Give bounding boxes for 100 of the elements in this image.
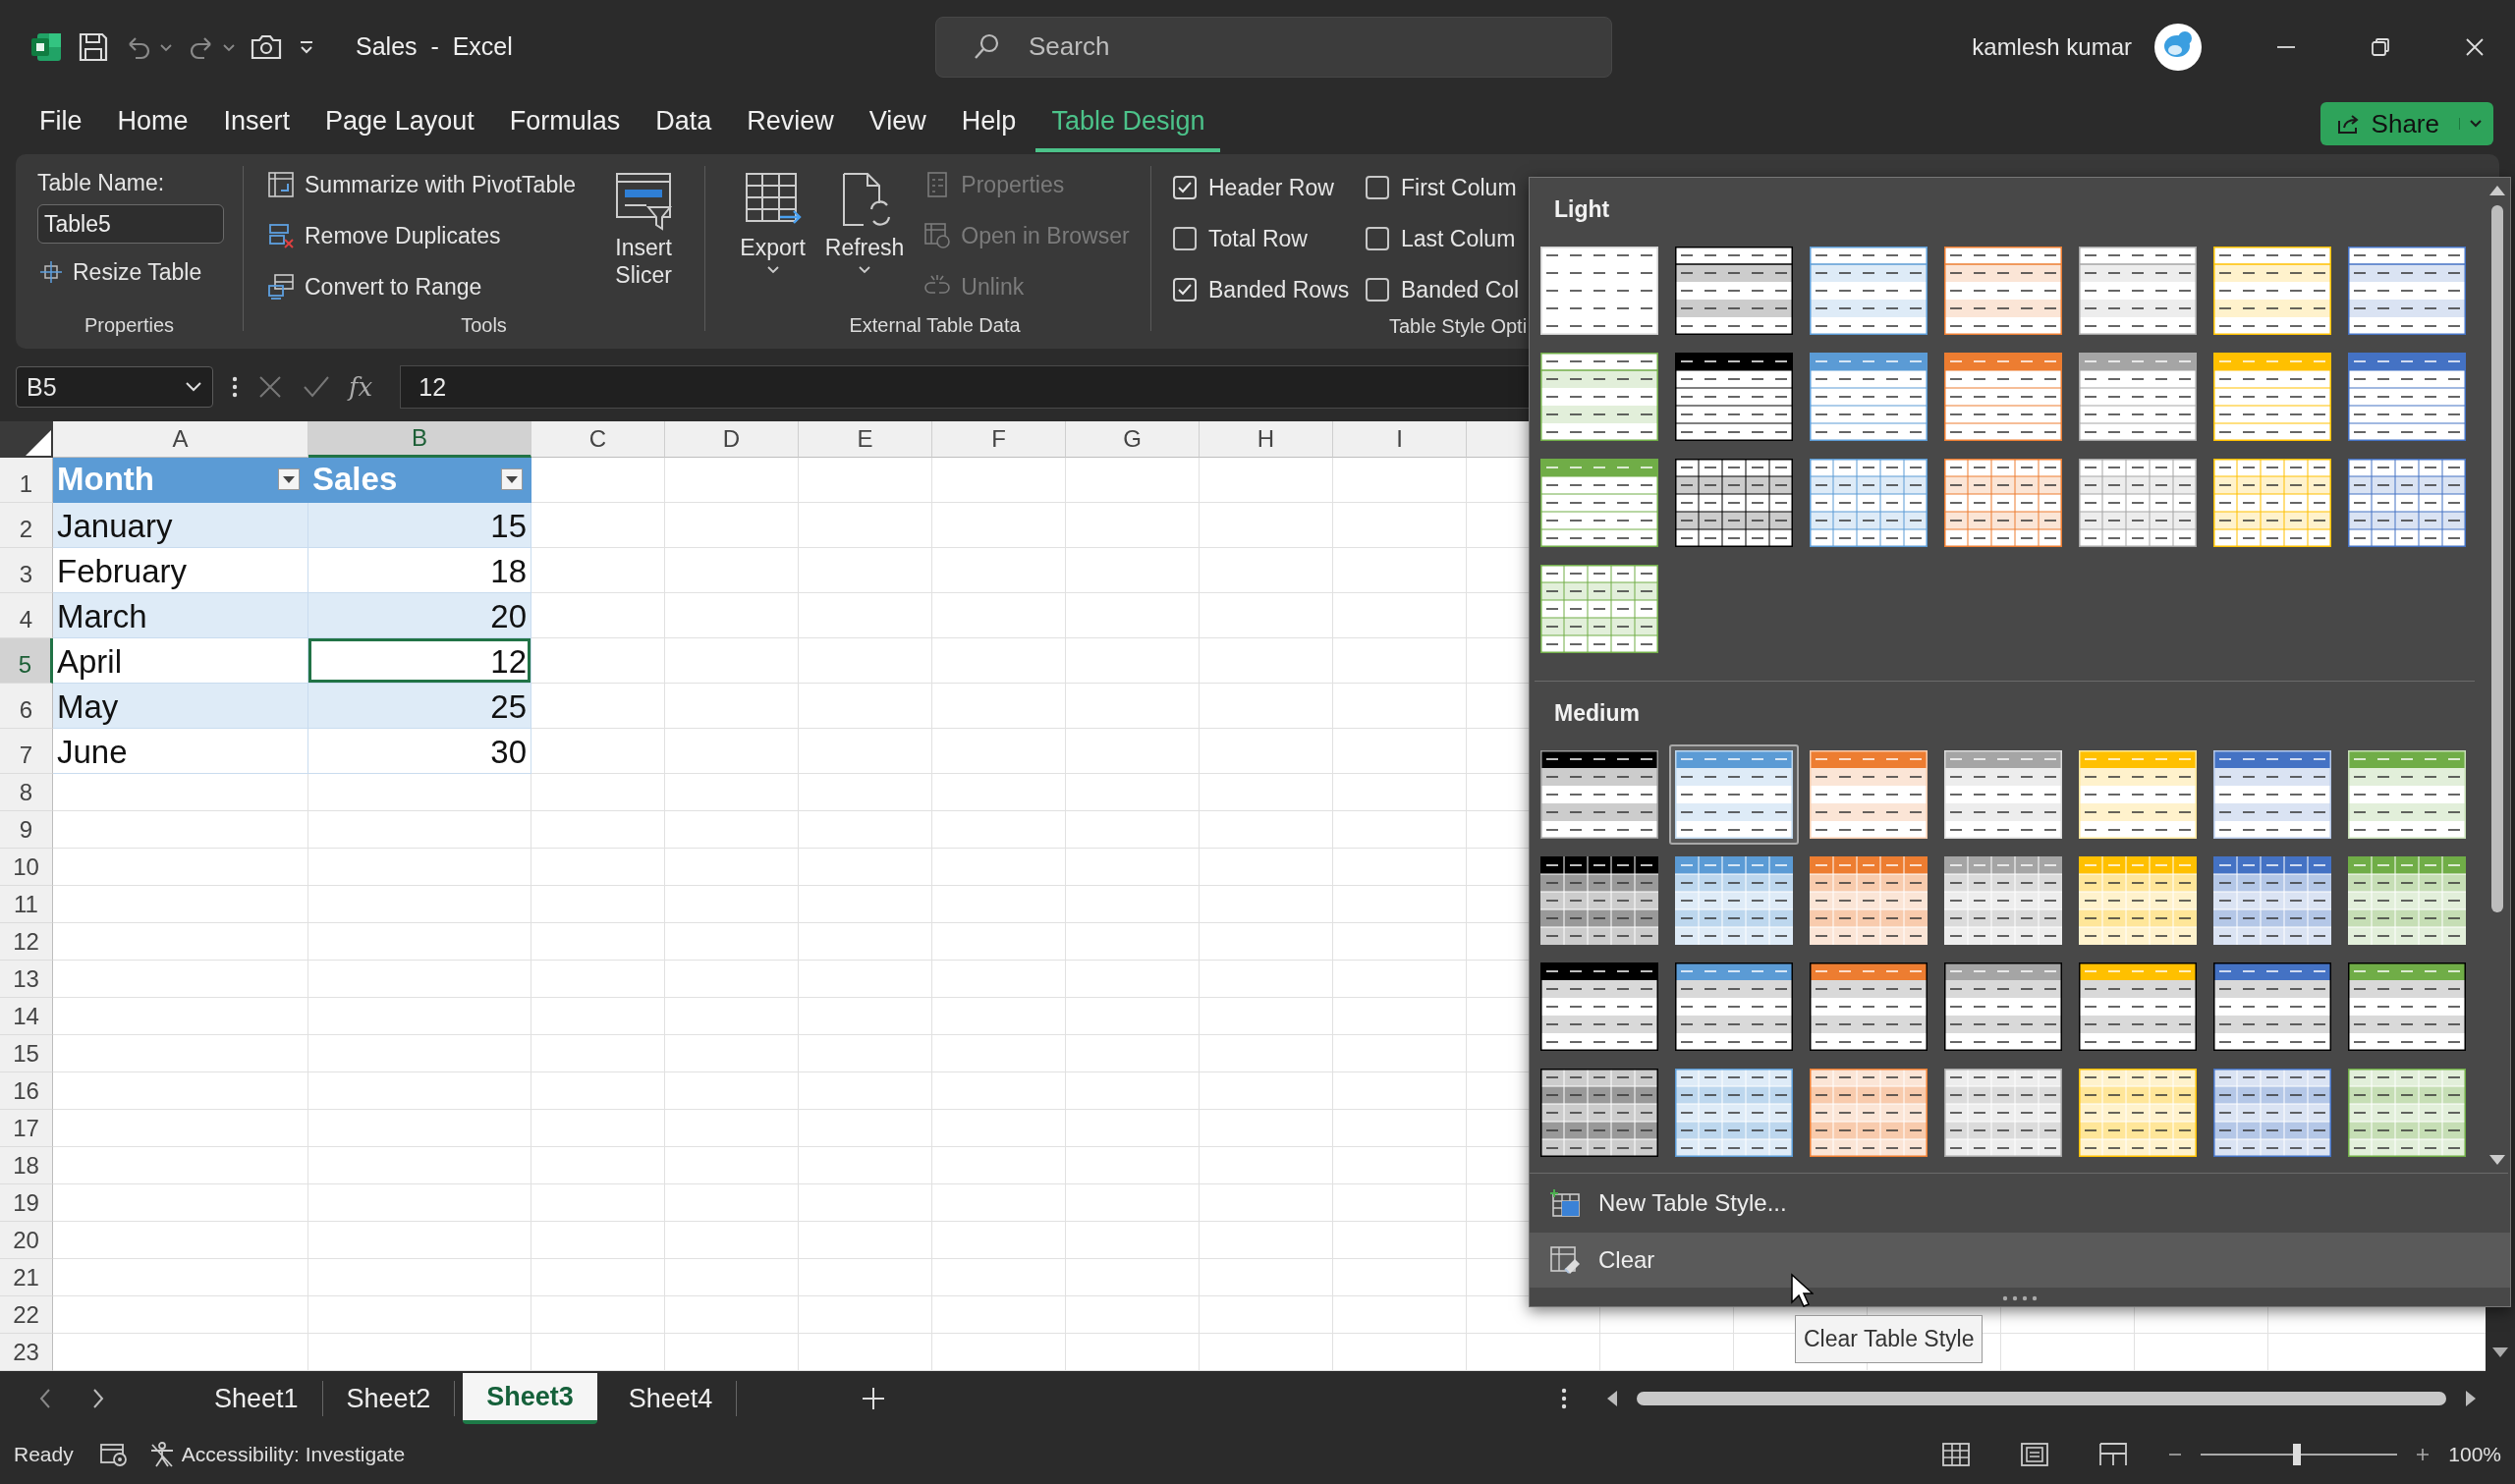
- checkbox-label[interactable]: Banded Col: [1401, 276, 1520, 303]
- row-header[interactable]: 11: [0, 886, 53, 923]
- zoom-in-icon[interactable]: [2415, 1447, 2431, 1462]
- scroll-down-icon[interactable]: [2490, 1346, 2510, 1359]
- add-sheet-icon[interactable]: [861, 1386, 887, 1411]
- table-cell[interactable]: 15: [308, 503, 531, 548]
- sheet-tab[interactable]: Sheet4: [604, 1381, 738, 1416]
- search-field[interactable]: Search: [935, 16, 1612, 78]
- user-name[interactable]: kamlesh kumar: [1972, 32, 2132, 61]
- zoom-slider[interactable]: [2201, 1442, 2398, 1467]
- caret-icon[interactable]: [2459, 118, 2484, 130]
- table-cell[interactable]: June: [53, 729, 308, 774]
- filter-dropdown-icon[interactable]: [278, 467, 300, 490]
- macro-recording-icon[interactable]: [98, 1442, 129, 1467]
- row-header[interactable]: 5: [0, 638, 53, 684]
- row-header[interactable]: 3: [0, 548, 53, 593]
- row-header[interactable]: 16: [0, 1072, 53, 1110]
- slider-thumb[interactable]: [2293, 1444, 2302, 1465]
- row-header[interactable]: 19: [0, 1184, 53, 1222]
- restore-icon[interactable]: [2370, 35, 2391, 58]
- sheet-tab[interactable]: Sheet3: [463, 1373, 597, 1424]
- row-header[interactable]: 15: [0, 1035, 53, 1072]
- previous-sheet-icon[interactable]: [37, 1387, 53, 1410]
- sheet-tab[interactable]: Sheet1: [191, 1381, 323, 1416]
- column-header[interactable]: F: [932, 421, 1066, 458]
- checkbox-label[interactable]: Total Row: [1208, 225, 1308, 252]
- ribbon-tab[interactable]: Review: [731, 95, 850, 152]
- table-cell[interactable]: May: [53, 684, 308, 729]
- column-header[interactable]: D: [665, 421, 799, 458]
- insert-function-button[interactable]: fx: [349, 372, 383, 402]
- row-header[interactable]: 23: [0, 1334, 53, 1371]
- table-cell[interactable]: 25: [308, 684, 531, 729]
- page-break-icon[interactable]: [2098, 1442, 2129, 1467]
- ribbon-button[interactable]: Remove Duplicates: [263, 213, 581, 258]
- ribbon-button[interactable]: Refresh: [820, 162, 909, 314]
- next-sheet-icon[interactable]: [90, 1387, 106, 1410]
- column-header[interactable]: I: [1333, 421, 1467, 458]
- accessibility-button[interactable]: Accessibility: Investigate: [147, 1441, 406, 1468]
- row-header[interactable]: 6: [0, 684, 53, 729]
- table-name-field[interactable]: Table5: [37, 204, 224, 244]
- column-header[interactable]: A: [53, 421, 308, 458]
- ribbon-button[interactable]: Export: [736, 162, 810, 314]
- sheet-tab[interactable]: Sheet2: [322, 1381, 456, 1416]
- more-options-icon[interactable]: [231, 375, 239, 399]
- close-icon[interactable]: [2464, 35, 2486, 58]
- checkbox-label[interactable]: Last Colum: [1401, 225, 1516, 252]
- table-cell[interactable]: March: [53, 593, 308, 638]
- row-header[interactable]: 17: [0, 1110, 53, 1147]
- table-cell[interactable]: January: [53, 503, 308, 548]
- scroll-down-icon[interactable]: [2487, 1153, 2507, 1167]
- avatar-icon[interactable]: [2153, 22, 2203, 72]
- row-header[interactable]: 7: [0, 729, 53, 774]
- menu-item[interactable]: New Table Style...: [1530, 1178, 2510, 1229]
- row-header[interactable]: 18: [0, 1147, 53, 1184]
- table-cell[interactable]: 18: [308, 548, 531, 593]
- row-header[interactable]: 13: [0, 961, 53, 998]
- checkbox[interactable]: [1173, 176, 1197, 199]
- column-header[interactable]: E: [799, 421, 932, 458]
- scroll-left-icon[interactable]: [1605, 1390, 1620, 1407]
- checkbox[interactable]: [1173, 278, 1197, 302]
- row-header[interactable]: 8: [0, 774, 53, 811]
- table-cell[interactable]: 20: [308, 593, 531, 638]
- ribbon-tab[interactable]: Page Layout: [309, 95, 490, 152]
- menu-item[interactable]: Clear: [1530, 1233, 2510, 1288]
- column-header[interactable]: G: [1066, 421, 1200, 458]
- row-header[interactable]: 12: [0, 923, 53, 961]
- share-button[interactable]: Share: [2319, 102, 2493, 145]
- more-options-icon[interactable]: [1560, 1387, 1569, 1410]
- row-header[interactable]: 9: [0, 811, 53, 849]
- checkbox[interactable]: [1366, 176, 1389, 199]
- name-box[interactable]: B5: [16, 366, 213, 408]
- row-header[interactable]: 4: [0, 593, 53, 638]
- table-cell[interactable]: April: [53, 638, 308, 684]
- checkbox-label[interactable]: Header Row: [1208, 174, 1334, 201]
- zoom-level[interactable]: 100%: [2448, 1443, 2501, 1466]
- ribbon-tab[interactable]: View: [853, 95, 942, 152]
- ribbon-tab[interactable]: Data: [640, 95, 728, 152]
- ribbon-tab[interactable]: Home: [101, 95, 204, 152]
- checkbox-label[interactable]: Banded Rows: [1208, 276, 1350, 303]
- row-header[interactable]: 14: [0, 998, 53, 1035]
- table-cell[interactable]: February: [53, 548, 308, 593]
- row-header[interactable]: 10: [0, 849, 53, 886]
- ribbon-tab[interactable]: Formulas: [493, 95, 637, 152]
- normal-view-icon[interactable]: [1941, 1442, 1972, 1467]
- row-header[interactable]: 22: [0, 1296, 53, 1334]
- table-cell[interactable]: 30: [308, 729, 531, 774]
- checkbox[interactable]: [1366, 278, 1389, 302]
- row-header[interactable]: 20: [0, 1222, 53, 1259]
- table-cell[interactable]: 12: [308, 638, 531, 684]
- insert-slicer-button[interactable]: Insert Slicer: [599, 162, 689, 314]
- ribbon-tab[interactable]: Help: [945, 95, 1033, 152]
- filter-dropdown-icon[interactable]: [501, 467, 523, 490]
- page-layout-icon[interactable]: [2020, 1442, 2050, 1467]
- resize-table-button[interactable]: Resize Table: [28, 249, 224, 295]
- ribbon-tab[interactable]: File: [24, 95, 98, 152]
- checkbox-label[interactable]: First Colum: [1401, 174, 1517, 201]
- column-header[interactable]: B: [308, 421, 531, 458]
- ribbon-button[interactable]: Convert to Range: [263, 264, 581, 309]
- checkbox[interactable]: [1173, 227, 1197, 250]
- scroll-up-icon[interactable]: [2487, 184, 2507, 197]
